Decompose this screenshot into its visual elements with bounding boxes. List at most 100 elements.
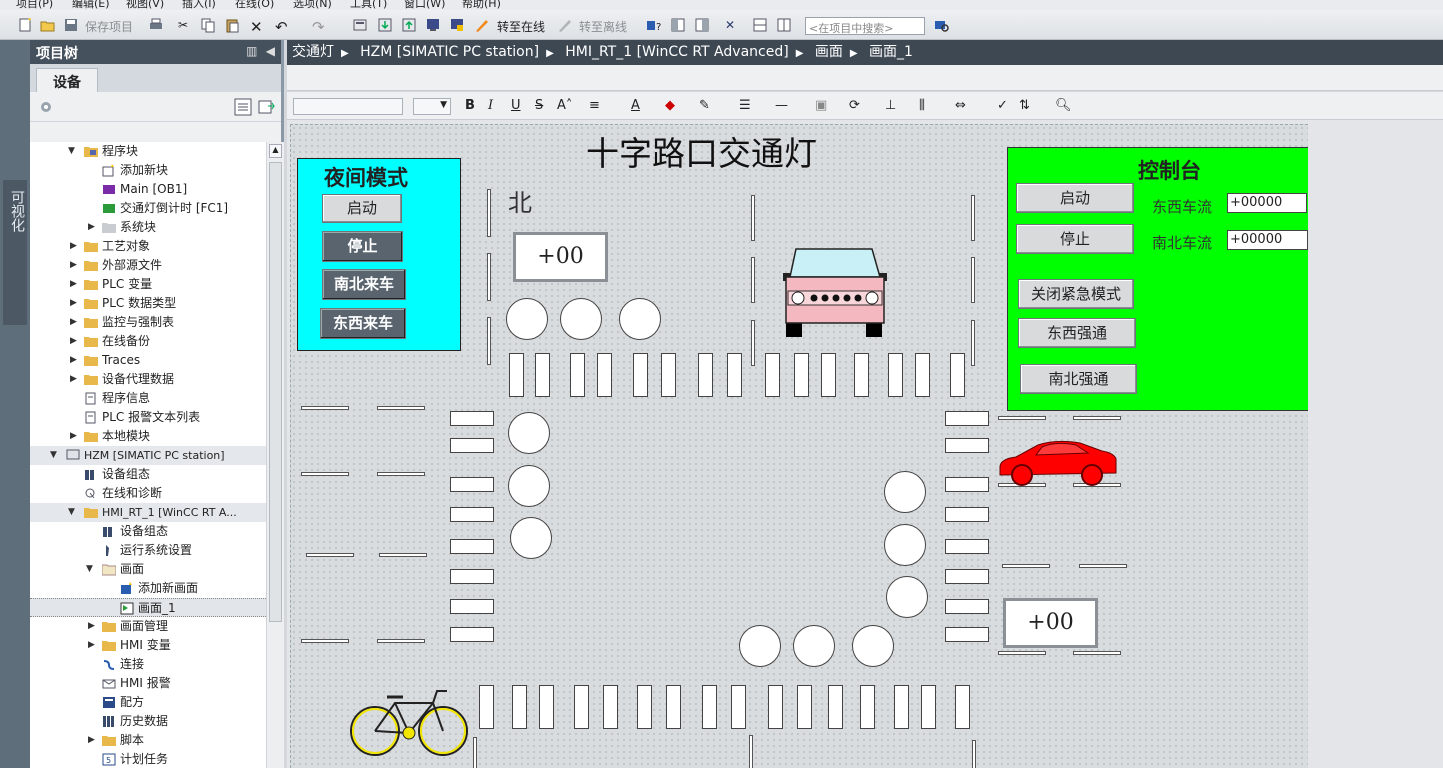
print-icon[interactable] xyxy=(148,17,164,33)
redo-icon[interactable]: ↷ xyxy=(312,18,325,36)
search-icon[interactable] xyxy=(933,17,949,33)
rotate-icon[interactable]: ⟳ xyxy=(849,98,860,113)
save-project-button[interactable]: 保存项目 xyxy=(85,18,133,35)
list-view-icon[interactable] xyxy=(234,98,252,116)
night-stop-button[interactable]: 停止 xyxy=(322,231,403,262)
tree-item-hmi-rt1[interactable]: ▼ HMI_RT_1 [WinCC RT A... xyxy=(30,503,266,522)
tab-devices[interactable]: 设备 xyxy=(36,68,98,92)
paste-icon[interactable] xyxy=(224,17,240,33)
menu-help[interactable]: 帮助(H) xyxy=(462,0,501,10)
ctrl-start-button[interactable]: 启动 xyxy=(1016,183,1134,213)
ns-flow-field[interactable]: +00000 xyxy=(1227,230,1308,250)
scroll-thumb[interactable] xyxy=(269,162,282,622)
same-size-icon[interactable]: ⇔ xyxy=(955,98,966,113)
bring-front-icon[interactable]: ▣ xyxy=(815,98,827,113)
tree-item-screen-1[interactable]: 画面_1 xyxy=(30,598,266,617)
open-project-icon[interactable] xyxy=(40,17,56,33)
split-vertical-icon[interactable] xyxy=(694,17,710,33)
tree-item-system-blocks[interactable]: ▶ 系统块 xyxy=(30,218,266,237)
tree-item-hmi-tags[interactable]: ▶ HMI 变量 xyxy=(30,636,266,655)
visualization-tab[interactable]: 可视化 xyxy=(3,180,27,325)
tree-item-hmi-alarms[interactable]: HMI 报警 xyxy=(30,674,266,693)
undo-icon[interactable]: ↶ xyxy=(275,18,288,36)
tree-item-scheduled-tasks[interactable]: 5 计划任务 xyxy=(30,750,266,768)
breadcrumb-item[interactable]: 交通灯 xyxy=(292,44,334,60)
tree-item-hzm-station[interactable]: ▼ HZM [SIMATIC PC station] xyxy=(30,446,266,465)
go-online-button[interactable]: 转至在线 xyxy=(497,18,545,35)
tree-item-program-blocks[interactable]: ▼ 程序块 xyxy=(30,142,266,161)
go-online-icon[interactable] xyxy=(474,17,490,33)
ns-force-button[interactable]: 南北强通 xyxy=(1020,364,1137,394)
tree-item-plc-alarm-texts[interactable]: PLC 报警文本列表 xyxy=(30,408,266,427)
close-all-icon[interactable]: ✕ xyxy=(725,18,735,32)
superscript-icon[interactable]: A˄ xyxy=(557,98,572,113)
accessible-devices-icon[interactable]: ? xyxy=(646,17,662,33)
ew-car-button[interactable]: 东西来车 xyxy=(320,308,406,339)
cut-icon[interactable]: ✂ xyxy=(178,18,188,32)
tree-item-main-ob1[interactable]: Main [OB1] xyxy=(30,180,266,199)
font-color-icon[interactable]: A xyxy=(631,98,640,113)
overview-icon[interactable] xyxy=(258,98,276,116)
vertical-layout-icon[interactable] xyxy=(776,17,792,33)
scroll-up-icon[interactable]: ▲ xyxy=(269,144,282,158)
tree-item-plc-tags[interactable]: ▶ PLC 变量 xyxy=(30,275,266,294)
tree-item-runtime-settings[interactable]: 运行系统设置 xyxy=(30,541,266,560)
menu-insert[interactable]: 插入(I) xyxy=(182,0,216,10)
align-objects-icon[interactable]: ⊥ xyxy=(885,98,896,113)
copy-icon[interactable] xyxy=(200,17,216,33)
split-horizontal-icon[interactable] xyxy=(670,17,686,33)
sort-icon[interactable]: ⇅ xyxy=(1019,98,1030,113)
go-offline-icon[interactable] xyxy=(557,17,573,33)
tree-item-fc1[interactable]: 交通灯倒计时 [FC1] xyxy=(30,199,266,218)
ew-flow-field[interactable]: +00000 xyxy=(1227,193,1307,213)
tree-item-online-diagnostics[interactable]: 在线和诊断 xyxy=(30,484,266,503)
tree-item-connections[interactable]: 连接 xyxy=(30,655,266,674)
ew-force-button[interactable]: 东西强通 xyxy=(1018,318,1136,348)
night-start-button[interactable]: 启动 xyxy=(322,194,402,223)
breadcrumb-item[interactable]: 画面_1 xyxy=(869,44,913,60)
underline-icon[interactable]: U xyxy=(511,98,521,113)
ns-car-button[interactable]: 南北来车 xyxy=(322,269,406,300)
tree-item-device-proxy[interactable]: ▶ 设备代理数据 xyxy=(30,370,266,389)
compile-icon[interactable] xyxy=(352,17,368,33)
new-project-icon[interactable] xyxy=(17,17,33,33)
runtime-icon[interactable] xyxy=(449,17,465,33)
line-width-icon[interactable]: ☰ xyxy=(739,98,751,113)
tree-item-watch-tables[interactable]: ▶ 监控与强制表 xyxy=(30,313,266,332)
text-align-icon[interactable]: ≡ xyxy=(589,98,600,113)
tree-item-program-info[interactable]: 程序信息 xyxy=(30,389,266,408)
tree-item-scripts[interactable]: ▶ 脚本 xyxy=(30,731,266,750)
menu-online[interactable]: 在线(O) xyxy=(235,0,274,10)
tree-item-add-screen[interactable]: 添加新画面 xyxy=(30,579,266,598)
tree-item-tech-objects[interactable]: ▶ 工艺对象 xyxy=(30,237,266,256)
menu-edit[interactable]: 编辑(E) xyxy=(72,0,110,10)
upload-icon[interactable] xyxy=(401,17,417,33)
settings-icon[interactable] xyxy=(38,99,54,115)
menu-project[interactable]: 项目(P) xyxy=(16,0,53,10)
tree-item-historical-data[interactable]: 历史数据 xyxy=(30,712,266,731)
line-color-icon[interactable]: ✎ xyxy=(699,98,710,113)
tree-item-recipes[interactable]: 配方 xyxy=(30,693,266,712)
tree-item-device-config[interactable]: 设备组态 xyxy=(30,465,266,484)
menu-view[interactable]: 视图(V) xyxy=(126,0,164,10)
fill-color-icon[interactable]: ◆ xyxy=(665,98,675,113)
start-simulation-icon[interactable] xyxy=(425,17,441,33)
project-search-input[interactable]: <在项目中搜索> xyxy=(805,17,925,35)
menu-window[interactable]: 窗口(W) xyxy=(404,0,445,10)
tree-item-screen-management[interactable]: ▶ 画面管理 xyxy=(30,617,266,636)
download-icon[interactable] xyxy=(377,17,393,33)
distribute-icon[interactable]: ⫼ xyxy=(919,98,925,113)
tree-scrollbar[interactable]: ▲ xyxy=(266,142,284,768)
panel-controls-icon[interactable]: ▥ ◀ xyxy=(246,44,275,58)
zoom-icon[interactable]: 🔍︎ xyxy=(1055,98,1072,113)
tree-item-traces[interactable]: ▶ Traces xyxy=(30,351,266,370)
italic-icon[interactable]: I xyxy=(488,98,493,113)
bold-icon[interactable]: B xyxy=(465,98,475,113)
delete-icon[interactable]: ✕ xyxy=(250,18,263,36)
tree-item-plc-data-types[interactable]: ▶ PLC 数据类型 xyxy=(30,294,266,313)
breadcrumb-item[interactable]: HMI_RT_1 [WinCC RT Advanced] xyxy=(565,44,788,60)
horizontal-layout-icon[interactable] xyxy=(752,17,768,33)
tree-item-add-block[interactable]: 添加新块 xyxy=(30,161,266,180)
hmi-screen-canvas[interactable]: 十字路口交通灯 北 夜间模式 启动 停止 南北来车 东西来车 控制台 启动 停止… xyxy=(290,124,1308,768)
strikethrough-icon[interactable]: S xyxy=(535,98,543,113)
